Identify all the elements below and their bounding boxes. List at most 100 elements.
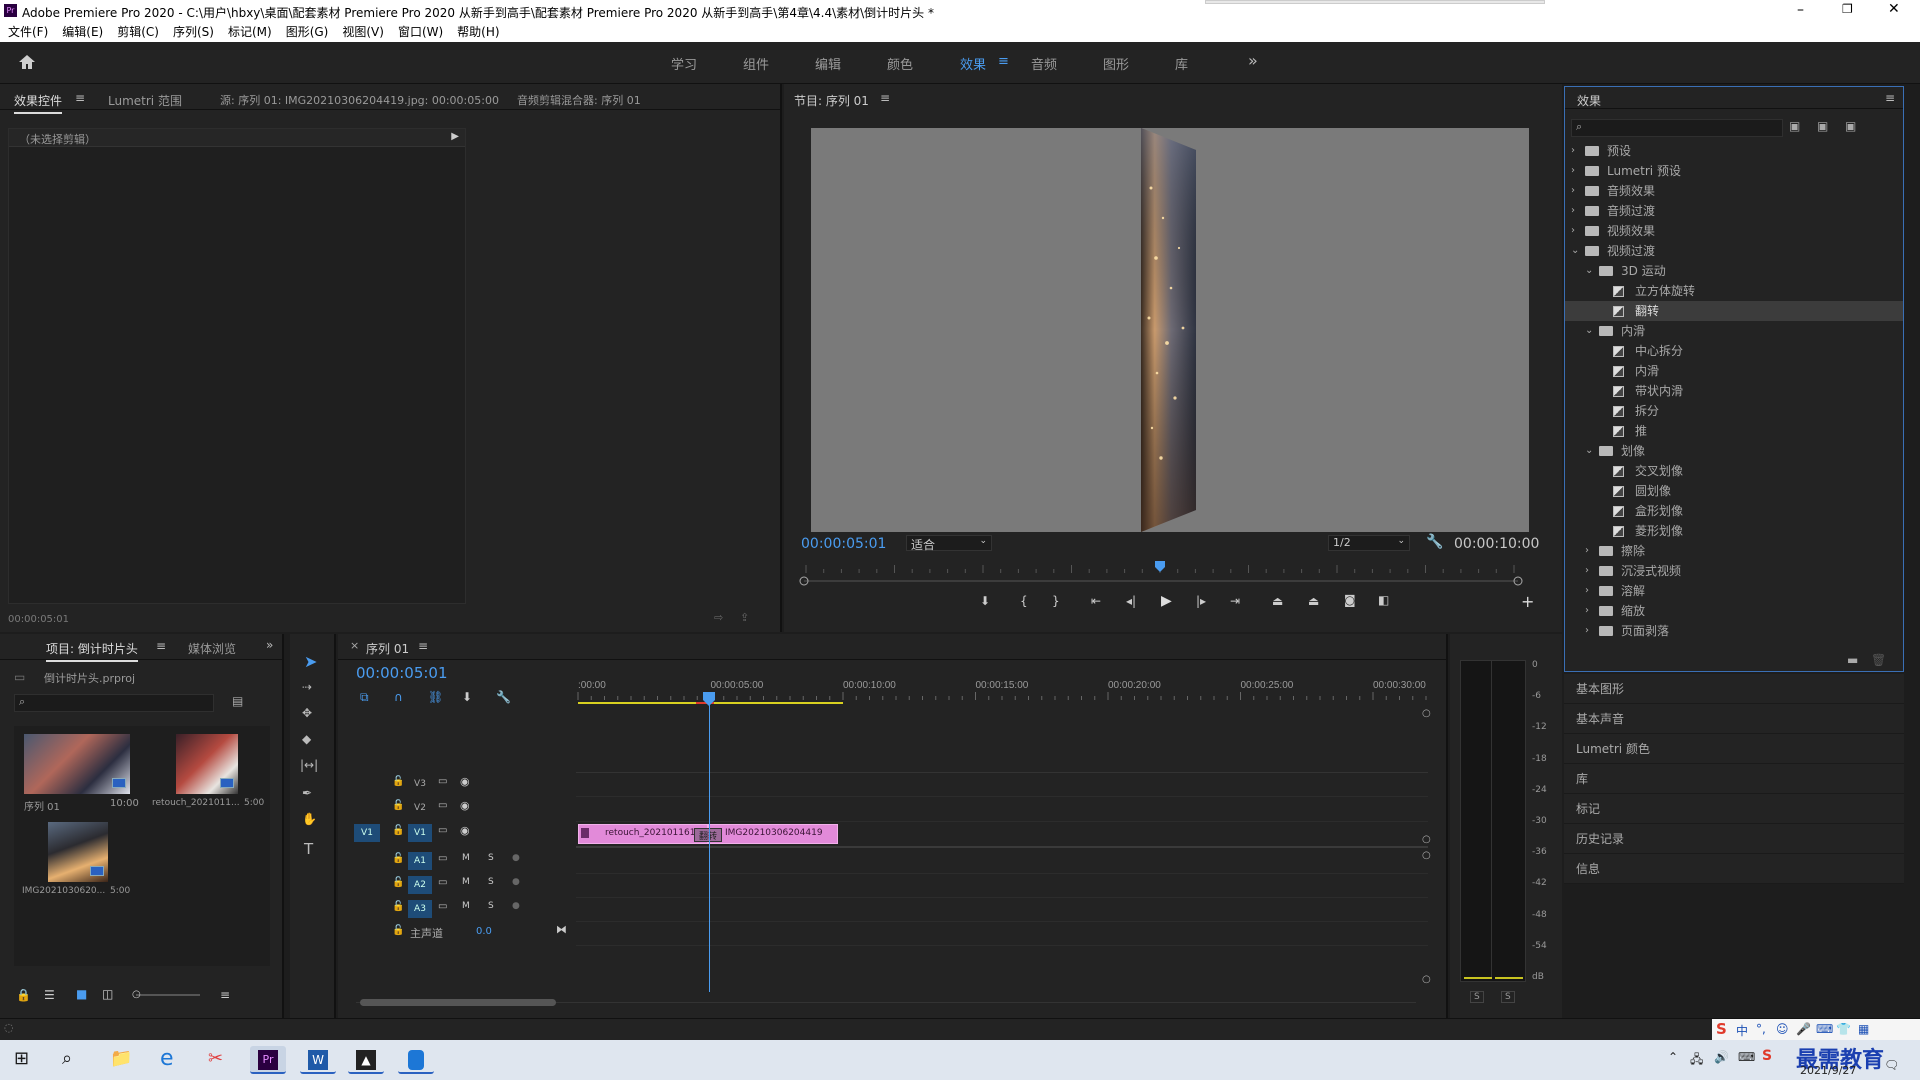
tab-lumetri-scopes[interactable]: Lumetri 范围 [108,92,182,109]
solo-left-button[interactable]: S [1470,991,1484,1003]
effects-tree-item[interactable]: › 页面剥落 [1565,621,1903,641]
effects-tree-item[interactable]: 内滑 [1565,361,1903,381]
lock-track-icon[interactable]: 🔓 [392,825,404,836]
tab-source[interactable]: 源: 序列 01: IMG20210306204419.jpg: 00:00:0… [220,92,499,108]
right-panel-3[interactable]: 库 [1564,764,1904,794]
menu-item-1[interactable]: 编辑(E) [62,25,103,39]
sync-lock-icon[interactable]: ▭ [438,776,447,787]
windows-start-icon[interactable]: ⊞ [14,1048,29,1069]
notification-icon[interactable]: 🗨 [1884,1058,1899,1072]
program-menu-icon[interactable]: ≡ [880,91,890,105]
track-label[interactable]: V3 [408,775,432,793]
workspace-tab-0[interactable]: 学习 [671,54,697,73]
camera-icon[interactable]: ◙ [1344,593,1356,607]
playhead-line[interactable] [709,696,710,992]
menu-item-4[interactable]: 标记(M) [228,25,272,39]
close-tab-icon[interactable]: × [350,639,359,652]
mark-in-icon[interactable]: { [1020,594,1028,608]
transition-flip[interactable]: 翻转 [694,828,722,842]
type-tool-icon[interactable]: T [304,840,313,858]
icon-view-icon[interactable]: ■ [76,987,87,1001]
effects-tree-item[interactable]: › 擦除 [1565,541,1903,561]
network-icon[interactable]: 🖧 [1690,1050,1703,1071]
mic-icon[interactable]: ● [512,877,520,887]
minimize-icon[interactable]: – [1797,2,1804,18]
chevron-right-icon[interactable]: › [1571,141,1575,161]
effects-tree-item[interactable]: 盒形划像 [1565,501,1903,521]
mic-icon[interactable]: ● [512,901,520,911]
effects-tree-item[interactable]: 圆划像 [1565,481,1903,501]
timeline-ruler[interactable]: :00:00 00:00:05:00 00:00:10:00 00:00:15:00 0… [576,678,1493,708]
lift-icon[interactable]: ⏏ [1272,594,1283,608]
export-frame-icon[interactable]: ⇨ [714,611,723,624]
workspace-menu-icon[interactable]: ≡ [998,54,1009,69]
add-marker-icon[interactable]: ⬇ [462,690,472,704]
menu-item-2[interactable]: 剪辑(C) [117,25,159,39]
effects-tree-item[interactable]: › 预设 [1565,141,1903,161]
add-button-icon[interactable]: + [1521,592,1534,611]
share-icon[interactable]: ⇪ [740,611,749,624]
word-taskbar-button[interactable]: W [300,1046,336,1074]
workspace-tab-3[interactable]: 颜色 [887,54,913,73]
timeline-h-scroll[interactable] [356,998,1416,1008]
track-select-tool-icon[interactable]: ⇢ [302,680,312,694]
mark-out-icon[interactable]: } [1052,594,1060,608]
chevron-right-icon[interactable]: › [1585,561,1589,581]
lock-icon[interactable]: 🔒 [16,988,31,1002]
effects-tree-item[interactable]: › 音频效果 [1565,181,1903,201]
right-panel-4[interactable]: 标记 [1564,794,1904,824]
track-label[interactable]: V1 [408,824,432,842]
step-forward-icon[interactable]: |▸ [1196,594,1206,608]
clip-img[interactable]: IMG20210306204419 [708,824,838,844]
effects-tree-item[interactable]: 中心拆分 [1565,341,1903,361]
tab-media-browser[interactable]: 媒体浏览 [188,640,236,657]
scroll-handle-icon[interactable]: ○ [1422,834,1431,845]
effects-tree-item[interactable]: 拆分 [1565,401,1903,421]
ime-tray-icon[interactable]: ⌨ [1738,1050,1755,1064]
tab-effect-controls[interactable]: 效果控件 [14,92,63,114]
effects-tree-item[interactable]: › 沉浸式视频 [1565,561,1903,581]
clip-retouch[interactable]: retouch_2021011613 [578,824,708,844]
linked-selection-icon[interactable]: ⛓ [428,690,443,704]
new-bin-icon[interactable]: ▬ [1847,653,1858,667]
mic-icon[interactable]: ● [512,853,520,863]
chevron-down-icon[interactable]: ⌄ [1585,441,1593,461]
chevron-right-icon[interactable]: › [1571,221,1575,241]
workspace-tab-2[interactable]: 编辑 [815,54,841,73]
tab-menu-icon[interactable]: ≡ [75,91,85,105]
chevron-right-icon[interactable]: › [1585,541,1589,561]
right-panel-0[interactable]: 基本图形 [1564,674,1904,704]
program-current-timecode[interactable]: 00:00:05:01 [801,536,886,552]
more-tabs-icon[interactable]: » [266,638,273,652]
lock-track-icon[interactable]: 🔓 [392,853,404,864]
effects-tree-item[interactable]: 翻转 [1565,301,1903,321]
effects-tree-item[interactable]: ⌄ 3D 运动 [1565,261,1903,281]
sync-lock-icon[interactable]: ▭ [438,800,447,811]
add-marker-icon[interactable]: ⬇ [980,594,990,608]
new-bin-icon[interactable]: ▤ [232,694,243,708]
menu-item-8[interactable]: 帮助(H) [457,25,499,39]
solo-right-button[interactable]: S [1501,991,1515,1003]
sync-lock-icon[interactable]: ▭ [438,853,447,864]
effects-tree-item[interactable]: 带状内滑 [1565,381,1903,401]
effects-tree-item[interactable]: 立方体旋转 [1565,281,1903,301]
effects-tree-item[interactable]: › 音频过渡 [1565,201,1903,221]
sync-lock-icon[interactable]: ▭ [438,825,447,836]
expand-arrow-icon[interactable]: ▶ [451,131,459,142]
zoom-slider[interactable] [136,994,200,996]
tab-project[interactable]: 项目: 倒计时片头 [46,640,138,662]
emoji-icon[interactable]: ☺ [1776,1022,1789,1036]
32bit-effects-icon[interactable]: ▣ [1817,119,1828,133]
step-back-icon[interactable]: ◂| [1126,594,1136,608]
chevron-right-icon[interactable]: › [1585,581,1589,601]
lock-track-icon[interactable]: 🔓 [392,800,404,811]
scroll-handle-icon[interactable]: ○ [1422,708,1431,719]
chevron-down-icon[interactable]: ⌄ [1585,321,1593,341]
program-playhead[interactable] [1155,561,1165,572]
effects-tree-item[interactable]: ⌄ 视频过渡 [1565,241,1903,261]
fit-dropdown[interactable]: 适合 ⌄ [906,535,992,552]
mute-button[interactable]: M [462,877,470,887]
maximize-icon[interactable]: ❐ [1842,2,1853,16]
search-icon[interactable]: ⌕ [62,1048,72,1069]
scroll-handle-icon[interactable]: ○ [1422,974,1431,985]
